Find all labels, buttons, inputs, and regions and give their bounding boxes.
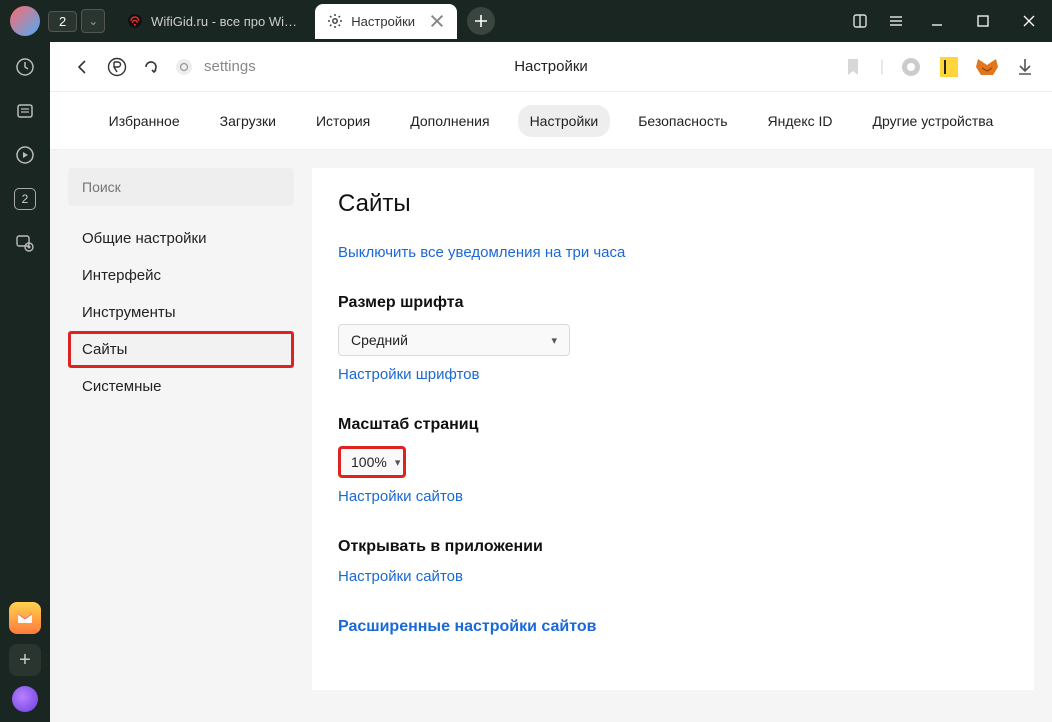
minimize-button[interactable] (914, 0, 960, 42)
bookmark-icon[interactable] (842, 56, 864, 78)
tab-title: WifiGid.ru - все про WiFi и (151, 14, 303, 29)
yandex-logo-icon[interactable] (100, 50, 134, 84)
font-settings-link[interactable]: Настройки шрифтов (338, 366, 480, 383)
tab-title: Настройки (351, 14, 415, 29)
gear-icon (327, 13, 343, 29)
settings-topnav: Избранное Загрузки История Дополнения На… (50, 92, 1052, 150)
close-icon[interactable] (429, 13, 445, 29)
topnav-settings[interactable]: Настройки (518, 105, 611, 137)
font-size-label: Размер шрифта (338, 294, 1008, 312)
sites-settings-link[interactable]: Настройки сайтов (338, 488, 463, 505)
page-zoom-value: 100% (351, 454, 387, 470)
browser-sidebar: 2 + (0, 42, 50, 722)
screenshot-icon[interactable] (12, 230, 38, 256)
settings-main: Сайты Выключить все уведомления на три ч… (312, 168, 1034, 690)
chevron-down-icon: ▾ (395, 456, 401, 469)
address-bar: settings Настройки | (50, 42, 1052, 92)
open-in-app-settings-link[interactable]: Настройки сайтов (338, 568, 463, 585)
profile-avatar[interactable] (10, 6, 40, 36)
topnav-extensions[interactable]: Дополнения (398, 105, 501, 137)
topnav-other-devices[interactable]: Другие устройства (861, 105, 1006, 137)
topnav-security[interactable]: Безопасность (626, 105, 739, 137)
maximize-button[interactable] (960, 0, 1006, 42)
sidebar-item-system[interactable]: Системные (68, 368, 294, 405)
page-zoom-select[interactable]: 100% ▾ (338, 446, 406, 478)
open-in-app-label: Открывать в приложении (338, 538, 1008, 556)
sidebar-item-sites[interactable]: Сайты (68, 331, 294, 368)
tabs-count-icon[interactable]: 2 (12, 186, 38, 212)
topnav-downloads[interactable]: Загрузки (208, 105, 288, 137)
page-zoom-label: Масштаб страниц (338, 416, 1008, 434)
settings-content: Избранное Загрузки История Дополнения На… (50, 92, 1052, 722)
tab-settings[interactable]: Настройки (315, 4, 457, 39)
panel-icon[interactable] (852, 13, 868, 29)
wifi-icon (127, 13, 143, 29)
news-icon[interactable] (12, 98, 38, 124)
add-panel-button[interactable]: + (9, 644, 41, 676)
tab-count-badge[interactable]: 2 (48, 11, 77, 32)
tab-strip: WifiGid.ru - все про WiFi и Настройки (115, 4, 495, 39)
font-size-value: Средний (351, 332, 408, 348)
topnav-history[interactable]: История (304, 105, 382, 137)
site-info-icon (174, 57, 194, 77)
play-icon[interactable] (12, 142, 38, 168)
tab-dropdown-chevron[interactable]: ⌄ (81, 9, 105, 33)
topnav-yandexid[interactable]: Яндекс ID (756, 105, 845, 137)
font-size-select[interactable]: Средний ▾ (338, 324, 570, 356)
advanced-sites-settings-link[interactable]: Расширенные настройки сайтов (338, 618, 596, 635)
settings-search-input[interactable] (68, 168, 294, 206)
sidebar-item-interface[interactable]: Интерфейс (68, 257, 294, 294)
sidebar-item-general[interactable]: Общие настройки (68, 220, 294, 257)
close-button[interactable] (1006, 0, 1052, 42)
extension-shield-icon[interactable] (900, 56, 922, 78)
extension-flag-icon[interactable] (938, 56, 960, 78)
mail-icon[interactable] (9, 602, 41, 634)
sidebar-item-tools[interactable]: Инструменты (68, 294, 294, 331)
settings-sidebar: Общие настройки Интерфейс Инструменты Са… (68, 168, 294, 690)
titlebar: 2 ⌄ WifiGid.ru - все про WiFi и Настройк… (0, 0, 1052, 42)
topnav-favorites[interactable]: Избранное (97, 105, 192, 137)
disable-notifications-link[interactable]: Выключить все уведомления на три часа (338, 244, 625, 261)
new-tab-button[interactable] (467, 7, 495, 35)
chevron-down-icon: ▾ (551, 334, 557, 347)
tab-wifigid[interactable]: WifiGid.ru - все про WiFi и (115, 4, 315, 39)
page-title: Настройки (514, 58, 588, 75)
url-text: settings (204, 58, 256, 75)
separator: | (880, 58, 884, 76)
alice-icon[interactable] (12, 686, 38, 712)
menu-icon[interactable] (888, 13, 904, 29)
download-icon[interactable] (1014, 56, 1036, 78)
url-box[interactable]: settings (174, 57, 256, 77)
reload-button[interactable] (134, 50, 168, 84)
back-button[interactable] (66, 50, 100, 84)
extension-metamask-icon[interactable] (976, 56, 998, 78)
page-heading: Сайты (338, 190, 1008, 218)
history-icon[interactable] (12, 54, 38, 80)
